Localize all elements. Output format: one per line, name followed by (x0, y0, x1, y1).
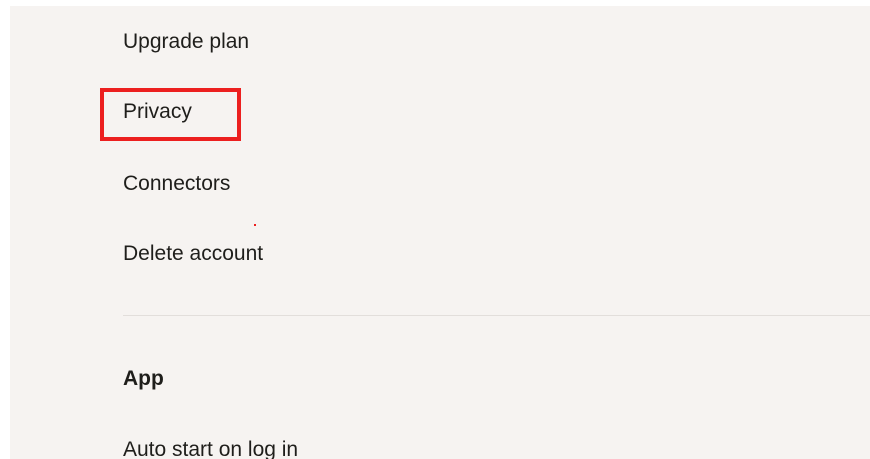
section-divider (123, 315, 870, 316)
privacy-item[interactable]: Privacy (123, 100, 192, 124)
settings-panel: Upgrade plan Privacy Connectors Delete a… (10, 6, 870, 459)
auto-start-on-login-item[interactable]: Auto start on log in (123, 438, 298, 459)
app-section-heading: App (123, 367, 164, 390)
stray-mark (254, 224, 256, 226)
upgrade-plan-item[interactable]: Upgrade plan (123, 30, 249, 54)
connectors-item[interactable]: Connectors (123, 172, 230, 196)
delete-account-item[interactable]: Delete account (123, 242, 263, 266)
